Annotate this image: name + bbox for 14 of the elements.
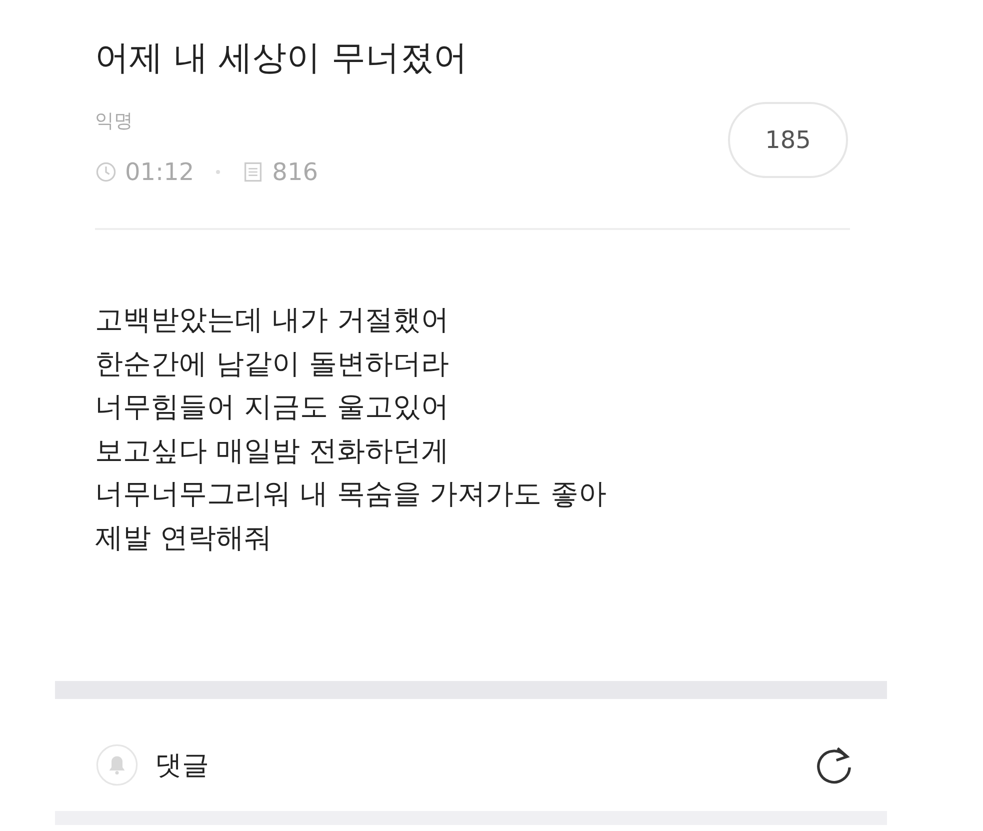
post-text-line: 한순간에 남같이 돌변하더라 (95, 346, 450, 382)
comment-count-bubble[interactable]: 185 (728, 102, 848, 178)
view-count: 816 (272, 158, 318, 186)
document-icon (242, 161, 264, 183)
comments-label: 댓글 (155, 749, 209, 783)
post-text-line: 보고싶다 매일밤 전화하던게 (95, 432, 450, 468)
post-text-line: 고백받았는데 내가 거절했어 (95, 302, 450, 338)
author-name: 익명 (95, 109, 134, 134)
post-title: 어제 내 세상이 무너졌어 (95, 37, 468, 80)
clock-icon (95, 161, 117, 183)
post-text-line: 너무힘들어 지금도 울고있어 (95, 389, 450, 425)
post-text-line: 제발 연락해줘 (95, 520, 273, 556)
post-time: 01:12 (125, 158, 194, 186)
post-text-line: 너무너무그리워 내 목숨을 가져가도 좋아 (95, 476, 608, 512)
